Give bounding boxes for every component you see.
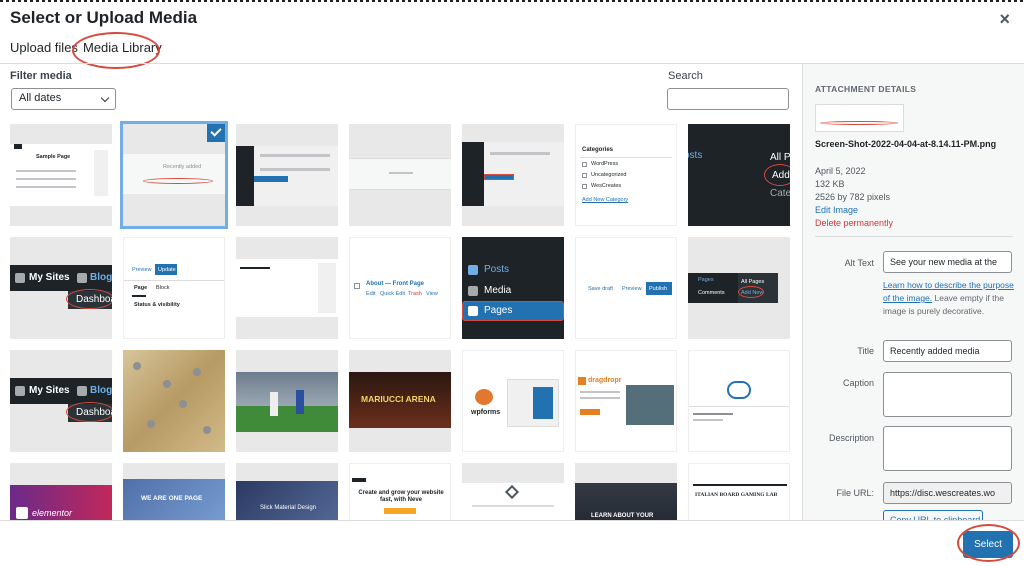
- attachment-thumbnail-learn[interactable]: LEARN ABOUT YOUR: [575, 463, 677, 520]
- attachment-thumbnail[interactable]: [349, 124, 451, 226]
- modal-footer: [0, 520, 1024, 566]
- date-filter-value: All dates: [19, 92, 62, 104]
- search-input[interactable]: [667, 88, 789, 110]
- tab-media-library[interactable]: Media Library: [83, 40, 162, 55]
- link-icon: [727, 381, 751, 399]
- selected-check-button[interactable]: [207, 124, 225, 142]
- attachment-thumbnail-boardgame[interactable]: ITALIAN BOARD GAMING LAB: [688, 463, 790, 520]
- attachment-thumbnail-mysites[interactable]: My Sites Blog Dashboa: [10, 237, 112, 339]
- chevron-down-icon: [100, 93, 110, 103]
- attachment-thumbnail-dragdropr[interactable]: dragdropr: [575, 350, 677, 452]
- delete-permanently-link[interactable]: Delete permanently: [815, 218, 893, 228]
- description-textarea[interactable]: [883, 426, 1012, 471]
- attachment-thumbnail-soccer-photo[interactable]: [236, 350, 338, 452]
- attachment-details-heading: ATTACHMENT DETAILS: [815, 84, 917, 94]
- thumb-text: Sample Page: [36, 154, 71, 160]
- wordpress-icon: [15, 273, 25, 283]
- attachment-thumbnail-onepage[interactable]: WE ARE ONE PAGE: [123, 463, 225, 520]
- attachment-thumbnail-categories[interactable]: Categories WordPress Uncategorized WesCr…: [575, 124, 677, 226]
- select-button[interactable]: Select: [963, 531, 1013, 558]
- modal-title: Select or Upload Media: [10, 8, 198, 27]
- elementor-logo-icon: [16, 507, 28, 519]
- attachment-thumbnail[interactable]: osts All P Add Cate: [688, 124, 790, 226]
- attachment-filename: Screen-Shot-2022-04-04-at-8.14.11-PM.png: [815, 139, 997, 149]
- thumb-text: Recently added: [163, 164, 202, 170]
- thumb-screenshot: [123, 154, 225, 194]
- attachment-thumbnail-map-photo[interactable]: [123, 350, 225, 452]
- attachment-preview-image: [815, 104, 904, 132]
- attachment-thumbnail-mysites[interactable]: My Sites Blog Dashboa: [10, 350, 112, 452]
- top-dotted-edge: [0, 0, 1024, 2]
- caption-textarea[interactable]: [883, 372, 1012, 417]
- attachment-thumbnail-material[interactable]: Slick Material Design: [236, 463, 338, 520]
- media-icon: [468, 286, 478, 296]
- alt-text-input[interactable]: See your new media at the: [883, 251, 1012, 273]
- details-divider: [815, 236, 1013, 237]
- attachment-thumbnail-pages-menu[interactable]: Pages Comments All Pages Add New: [688, 237, 790, 339]
- attachment-thumbnail-selected[interactable]: Recently added: [120, 121, 228, 229]
- attachment-thumbnail[interactable]: [236, 124, 338, 226]
- attachment-thumbnail-elementor[interactable]: elementor: [10, 463, 112, 520]
- attachment-thumbnail-broken-link[interactable]: [688, 350, 790, 452]
- attachment-thumbnail-neve[interactable]: Create and grow your website fast, with …: [349, 463, 451, 520]
- attachment-thumbnail[interactable]: [462, 463, 564, 520]
- attachment-thumbnail[interactable]: [462, 124, 564, 226]
- thumb-text: Categories: [582, 147, 614, 153]
- attachment-thumbnail[interactable]: [236, 237, 338, 339]
- alt-text-label: Alt Text: [844, 258, 874, 268]
- search-label: Search: [668, 70, 703, 82]
- checkmark-icon: [210, 125, 222, 137]
- attachment-thumbnail-admin-menu[interactable]: Posts Media Pages: [462, 237, 564, 339]
- attachment-filesize: 132 KB: [815, 179, 845, 189]
- pin-icon: [468, 265, 478, 275]
- tab-upload-files[interactable]: Upload files: [10, 40, 78, 55]
- edit-image-link[interactable]: Edit Image: [815, 205, 858, 215]
- pages-icon: [468, 306, 478, 316]
- attachment-details-panel: ATTACHMENT DETAILS Screen-Shot-2022-04-0…: [802, 64, 1024, 520]
- attachment-thumbnail-publish[interactable]: Save draft Preview Publish: [575, 237, 677, 339]
- copy-url-button[interactable]: Copy URL to clipboard: [883, 510, 983, 520]
- media-browser: Filter media All dates Search Sample Pag…: [0, 64, 802, 520]
- file-url-label: File URL:: [836, 488, 874, 498]
- home-icon: [77, 386, 87, 396]
- title-label: Title: [857, 346, 874, 356]
- caption-label: Caption: [842, 378, 874, 388]
- attachment-thumbnail-arena-photo[interactable]: MARIUCCI ARENA: [349, 350, 451, 452]
- filter-media-label: Filter media: [10, 70, 72, 82]
- attachment-thumbnail-wpforms[interactable]: wpforms: [462, 350, 564, 452]
- home-icon: [77, 273, 87, 283]
- close-icon[interactable]: ×: [999, 9, 1010, 30]
- attachment-thumbnail-page-row[interactable]: About — Front Page Edit Quick Edit Trash…: [349, 237, 451, 339]
- attachment-dimensions: 2526 by 782 pixels: [815, 192, 891, 202]
- wordpress-icon: [15, 386, 25, 396]
- attachment-thumbnail-editor-panel[interactable]: Preview Update Page Block Status & visib…: [123, 237, 225, 339]
- alt-text-help: Learn how to describe the purpose of the…: [883, 279, 1017, 318]
- description-label: Description: [828, 433, 874, 443]
- title-input[interactable]: Recently added media: [883, 340, 1012, 362]
- date-filter-select[interactable]: All dates: [11, 88, 116, 110]
- attachment-date: April 5, 2022: [815, 166, 866, 176]
- file-url-input[interactable]: https://disc.wescreates.wo: [883, 482, 1012, 504]
- attachment-thumbnail[interactable]: Sample Page: [10, 124, 112, 226]
